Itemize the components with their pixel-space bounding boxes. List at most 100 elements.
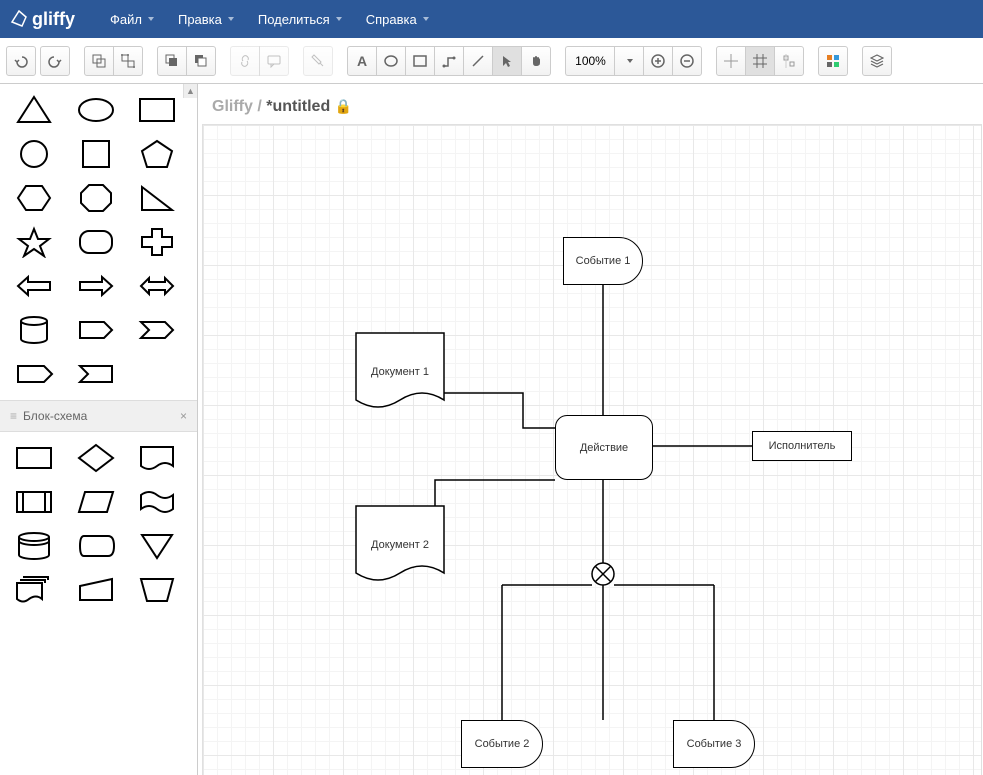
shape-plus[interactable]	[131, 222, 183, 262]
snap-objects-button[interactable]	[774, 46, 804, 76]
diagram-canvas[interactable]: Событие 1 Документ 1 Действие Исполнител…	[202, 124, 982, 775]
menu-help[interactable]: Справка	[356, 6, 439, 33]
shape-chevron[interactable]	[131, 310, 183, 350]
redo-button[interactable]	[40, 46, 70, 76]
shape-star[interactable]	[8, 222, 60, 262]
canvas-area: Gliffy / *untitled 🔒	[198, 84, 983, 775]
bring-front-button[interactable]	[157, 46, 187, 76]
flowchart-shapes-grid	[0, 432, 197, 616]
caret-icon	[336, 17, 342, 21]
menu-bar: Файл Правка Поделиться Справка	[100, 6, 439, 33]
ellipse-tool-button[interactable]	[376, 46, 406, 76]
shape-fc-process[interactable]	[8, 438, 60, 478]
app-header: gliffy Файл Правка Поделиться Справка	[0, 0, 983, 38]
shape-rounded-rect[interactable]	[70, 222, 122, 262]
rect-tool-button[interactable]	[405, 46, 435, 76]
shape-tag-right[interactable]	[70, 310, 122, 350]
node-label: Событие 2	[475, 738, 530, 750]
node-label: Событие 1	[576, 255, 631, 267]
link-button	[230, 46, 260, 76]
main-area: ▲ ≡ Блок-схема ×	[0, 84, 983, 775]
node-executor[interactable]: Исполнитель	[752, 431, 852, 461]
menu-label: Файл	[110, 12, 142, 27]
snap-guides-button[interactable]	[716, 46, 746, 76]
pan-tool-button[interactable]	[521, 46, 551, 76]
close-icon[interactable]: ×	[180, 409, 187, 423]
menu-label: Правка	[178, 12, 222, 27]
node-doc2[interactable]: Документ 2	[355, 505, 445, 585]
shape-fc-predefined[interactable]	[8, 482, 60, 522]
logo-text: gliffy	[32, 9, 75, 30]
group-button[interactable]	[84, 46, 114, 76]
text-tool-button[interactable]: A	[347, 46, 377, 76]
undo-button[interactable]	[6, 46, 36, 76]
zoom-in-button[interactable]	[643, 46, 673, 76]
node-doc1[interactable]: Документ 1	[355, 332, 445, 412]
node-action[interactable]: Действие	[555, 415, 653, 480]
format-painter-button	[303, 46, 333, 76]
shape-fc-manual-input[interactable]	[70, 570, 122, 610]
shape-octagon[interactable]	[70, 178, 122, 218]
shape-tag-arrow[interactable]	[8, 354, 60, 394]
shape-fc-document[interactable]	[131, 438, 183, 478]
shape-fc-database[interactable]	[8, 526, 60, 566]
menu-share[interactable]: Поделиться	[248, 6, 352, 33]
caret-icon	[148, 17, 154, 21]
ungroup-button[interactable]	[113, 46, 143, 76]
flowchart-panel-header[interactable]: ≡ Блок-схема ×	[0, 400, 197, 432]
node-label: Исполнитель	[769, 440, 836, 452]
menu-file[interactable]: Файл	[100, 6, 164, 33]
node-label: Действие	[580, 442, 628, 454]
basic-shapes-grid	[0, 84, 197, 400]
shape-fc-decision[interactable]	[70, 438, 122, 478]
shape-hexagon[interactable]	[8, 178, 60, 218]
theme-button[interactable]	[818, 46, 848, 76]
node-event1[interactable]: Событие 1	[563, 237, 643, 285]
zoom-caret-button[interactable]	[614, 46, 644, 76]
pointer-tool-button[interactable]	[492, 46, 522, 76]
shape-fc-manual-op[interactable]	[131, 570, 183, 610]
shape-tag-notch[interactable]	[70, 354, 122, 394]
snap-grid-button[interactable]	[745, 46, 775, 76]
menu-label: Поделиться	[258, 12, 330, 27]
shape-arrow-right[interactable]	[70, 266, 122, 306]
zoom-value[interactable]: 100%	[565, 46, 615, 76]
caret-icon	[228, 17, 234, 21]
shape-right-triangle[interactable]	[131, 178, 183, 218]
lock-icon: 🔒	[335, 98, 352, 114]
node-event2[interactable]: Событие 2	[461, 720, 543, 768]
grip-icon: ≡	[10, 409, 17, 423]
shape-fc-multidoc[interactable]	[8, 570, 60, 610]
node-event3[interactable]: Событие 3	[673, 720, 755, 768]
app-logo[interactable]: gliffy	[10, 9, 75, 30]
shape-square[interactable]	[70, 134, 122, 174]
node-label: Событие 3	[687, 738, 742, 750]
document-title: *untitled	[266, 98, 330, 115]
connector-tool-button[interactable]	[434, 46, 464, 76]
shape-fc-display[interactable]	[70, 526, 122, 566]
menu-label: Справка	[366, 12, 417, 27]
scroll-up-icon[interactable]: ▲	[183, 84, 197, 98]
shape-pentagon[interactable]	[131, 134, 183, 174]
shape-fc-merge[interactable]	[131, 526, 183, 566]
layers-button[interactable]	[862, 46, 892, 76]
shape-cylinder[interactable]	[8, 310, 60, 350]
caret-icon	[423, 17, 429, 21]
toolbar: A 100%	[0, 38, 983, 84]
shape-triangle[interactable]	[8, 90, 60, 130]
shape-rectangle[interactable]	[131, 90, 183, 130]
shape-ellipse[interactable]	[70, 90, 122, 130]
send-back-button[interactable]	[186, 46, 216, 76]
breadcrumb-prefix: Gliffy /	[212, 98, 262, 115]
shape-arrow-left[interactable]	[8, 266, 60, 306]
line-tool-button[interactable]	[463, 46, 493, 76]
shape-arrow-double[interactable]	[131, 266, 183, 306]
zoom-out-button[interactable]	[672, 46, 702, 76]
shape-fc-tape[interactable]	[131, 482, 183, 522]
menu-edit[interactable]: Правка	[168, 6, 244, 33]
breadcrumb: Gliffy / *untitled 🔒	[198, 84, 983, 124]
shape-circle[interactable]	[8, 134, 60, 174]
node-label: Документ 1	[371, 366, 429, 378]
shape-fc-data[interactable]	[70, 482, 122, 522]
panel-label: Блок-схема	[23, 409, 87, 423]
